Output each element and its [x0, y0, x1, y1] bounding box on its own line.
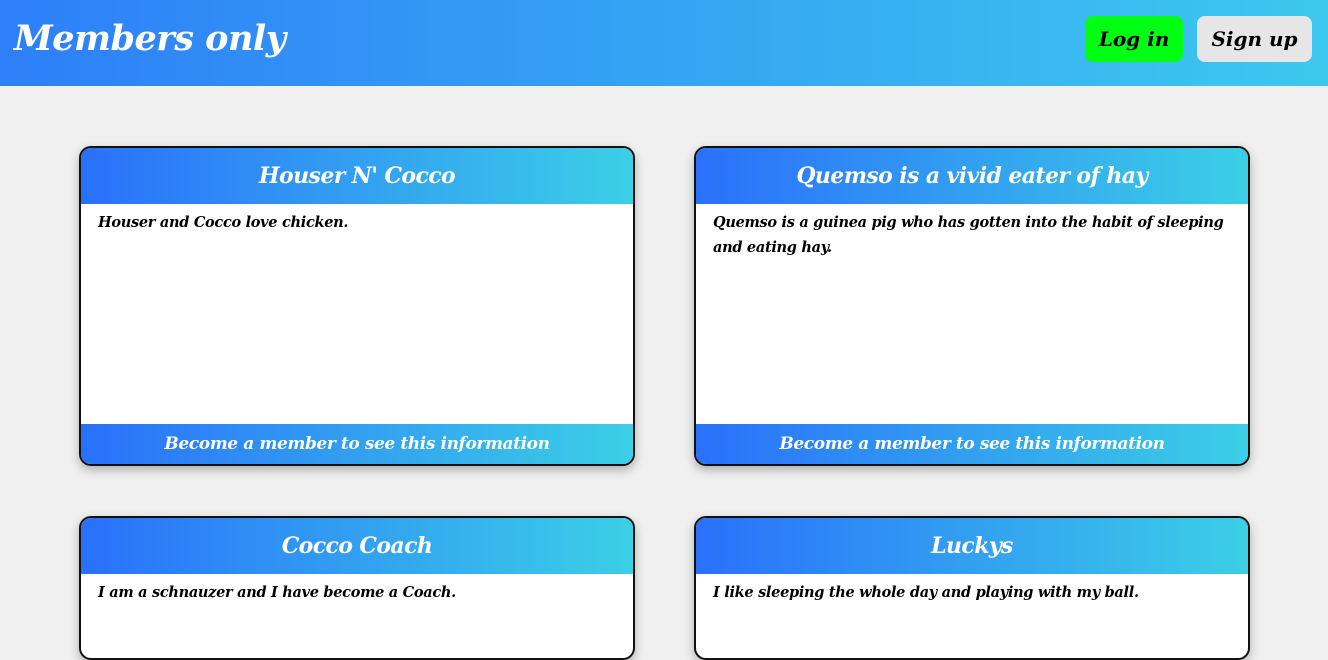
post-title: Luckys: [696, 518, 1248, 574]
post-card: Houser N' Cocco Houser and Cocco love ch…: [79, 146, 635, 466]
post-author-hidden: Become a member to see this information: [81, 424, 633, 464]
post-body: I am a schnauzer and I have become a Coa…: [98, 584, 456, 601]
post-title: Houser N' Cocco: [81, 148, 633, 204]
login-button[interactable]: Log in: [1085, 16, 1183, 62]
post-body: I like sleeping the whole day and playin…: [713, 584, 1139, 601]
post-card: Cocco Coach I am a schnauzer and I have …: [79, 516, 635, 660]
site-title[interactable]: Members only: [14, 14, 286, 64]
post-card: Luckys I like sleeping the whole day and…: [694, 516, 1250, 660]
post-title: Quemso is a vivid eater of hay: [696, 148, 1248, 204]
post-title: Cocco Coach: [81, 518, 633, 574]
post-body: Quemso is a guinea pig who has gotten in…: [713, 214, 1224, 256]
post-body: Houser and Cocco love chicken.: [98, 214, 349, 231]
post-card: Quemso is a vivid eater of hay Quemso is…: [694, 146, 1250, 466]
post-author-hidden: Become a member to see this information: [696, 424, 1248, 464]
signup-button[interactable]: Sign up: [1197, 16, 1312, 62]
site-header: Members only Log in Sign up: [0, 0, 1328, 86]
